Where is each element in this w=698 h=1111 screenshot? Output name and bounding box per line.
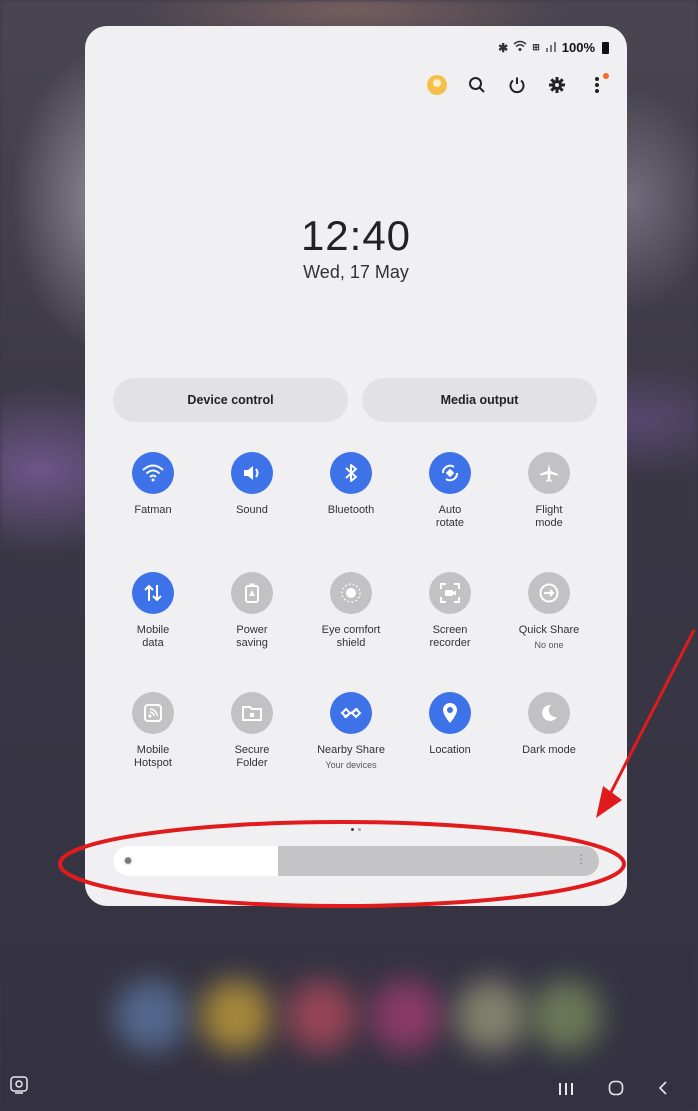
tile-bluetooth[interactable]: Bluetooth <box>303 452 399 517</box>
tile-label: Fatman <box>134 504 172 516</box>
nearby-share-icon <box>330 692 372 734</box>
tile-secure-folder[interactable]: Secure Folder <box>204 692 300 770</box>
tile-label: saving <box>236 637 268 649</box>
gear-icon <box>549 77 565 93</box>
tile-label: Power <box>236 624 268 636</box>
tile-dark-mode[interactable]: Dark mode <box>501 692 597 757</box>
signal-icon <box>545 40 557 55</box>
recent-apps-button[interactable] <box>558 1080 574 1101</box>
wifi-status-icon <box>513 40 527 55</box>
tile-quick-share[interactable]: Quick Share No one <box>501 572 597 650</box>
tile-screen-recorder[interactable]: Screen recorder <box>402 572 498 650</box>
wifi-icon <box>132 452 174 494</box>
sound-icon <box>231 452 273 494</box>
settings-button[interactable] <box>545 73 569 97</box>
screenshot-tool-icon[interactable] <box>10 1076 28 1099</box>
tile-label: rotate <box>435 517 465 529</box>
tile-label: recorder <box>429 637 471 649</box>
page-indicator[interactable] <box>85 828 627 831</box>
screen-recorder-icon <box>429 572 471 614</box>
more-vertical-icon <box>595 77 599 93</box>
tile-label: Auto <box>438 504 462 516</box>
search-icon <box>469 77 485 93</box>
brightness-more-icon[interactable]: ⋮ <box>575 852 587 866</box>
dock-app-icon <box>530 980 602 1052</box>
auto-rotate-icon <box>429 452 471 494</box>
tile-label: Location <box>429 744 471 756</box>
eye-comfort-icon <box>330 572 372 614</box>
volte-icon: ⊞ <box>532 42 540 52</box>
quick-settings-panel: ✱ ⊞ 100% 12:40 Wed, 17 May Device contro… <box>85 26 627 906</box>
notification-badge <box>603 73 609 79</box>
tile-auto-rotate[interactable]: Auto rotate <box>402 452 498 530</box>
clock-time[interactable]: 12:40 <box>85 212 627 260</box>
tile-location[interactable]: Location <box>402 692 498 757</box>
battery-icon <box>602 41 609 54</box>
tile-sound[interactable]: Sound <box>204 452 300 517</box>
avatar <box>427 75 447 95</box>
brightness-fill <box>113 846 279 876</box>
hotspot-icon <box>132 692 174 734</box>
tile-label: Mobile <box>136 744 170 756</box>
more-options-button[interactable] <box>585 73 609 97</box>
mobile-data-icon <box>132 572 174 614</box>
dock-app-icon <box>200 980 272 1052</box>
device-control-button[interactable]: Device control <box>113 378 348 422</box>
power-button[interactable] <box>505 73 529 97</box>
brightness-icon: ✹ <box>123 854 134 868</box>
tile-label: Nearby Share <box>317 744 385 756</box>
secure-folder-icon <box>231 692 273 734</box>
clock-date[interactable]: Wed, 17 May <box>85 262 627 283</box>
tile-mobile-data[interactable]: Mobile data <box>105 572 201 650</box>
location-icon <box>429 692 471 734</box>
tile-label: mode <box>535 517 563 529</box>
dock-app-icon <box>115 980 187 1052</box>
tile-label: Folder <box>236 757 268 769</box>
status-bar: ✱ ⊞ 100% <box>498 40 609 55</box>
dark-mode-icon <box>528 692 570 734</box>
media-output-button[interactable]: Media output <box>362 378 597 422</box>
tile-label: Screen <box>432 624 468 636</box>
dock-app-icon <box>370 980 442 1052</box>
battery-percent: 100% <box>561 40 595 55</box>
quick-share-icon <box>528 572 570 614</box>
bluetooth-icon <box>330 452 372 494</box>
tile-label: Secure <box>234 744 270 756</box>
bluetooth-status-icon: ✱ <box>498 40 509 55</box>
battery-icon <box>231 572 273 614</box>
dock-app-icon <box>285 980 357 1052</box>
tile-label: shield <box>336 637 366 649</box>
panel-toolbar <box>425 70 609 100</box>
tile-sublabel: Your devices <box>325 760 377 770</box>
tile-nearby-share[interactable]: Nearby Share Your devices <box>303 692 399 770</box>
tile-sublabel: No one <box>534 640 564 650</box>
home-button[interactable] <box>608 1080 624 1101</box>
tile-label: Sound <box>236 504 268 516</box>
tile-flight-mode[interactable]: Flight mode <box>501 452 597 530</box>
tile-label: Hotspot <box>134 757 172 769</box>
user-button[interactable] <box>425 73 449 97</box>
tile-label: Dark mode <box>522 744 576 756</box>
tile-label: Eye comfort <box>321 624 381 636</box>
airplane-icon <box>528 452 570 494</box>
tile-wifi[interactable]: Fatman <box>105 452 201 517</box>
tile-label: Flight <box>535 504 563 516</box>
tile-label: Quick Share <box>518 624 580 636</box>
tile-eye-comfort[interactable]: Eye comfort shield <box>303 572 399 650</box>
navigation-bar <box>0 1071 698 1111</box>
back-button[interactable] <box>658 1080 668 1101</box>
brightness-slider[interactable]: ✹ ⋮ <box>113 846 599 876</box>
tile-power-saving[interactable]: Power saving <box>204 572 300 650</box>
tile-label: data <box>142 637 164 649</box>
search-button[interactable] <box>465 73 489 97</box>
tile-label: Mobile <box>136 624 170 636</box>
dock-app-icon <box>455 980 527 1052</box>
tile-mobile-hotspot[interactable]: Mobile Hotspot <box>105 692 201 770</box>
power-icon <box>509 77 525 94</box>
tile-label: Bluetooth <box>327 504 375 516</box>
